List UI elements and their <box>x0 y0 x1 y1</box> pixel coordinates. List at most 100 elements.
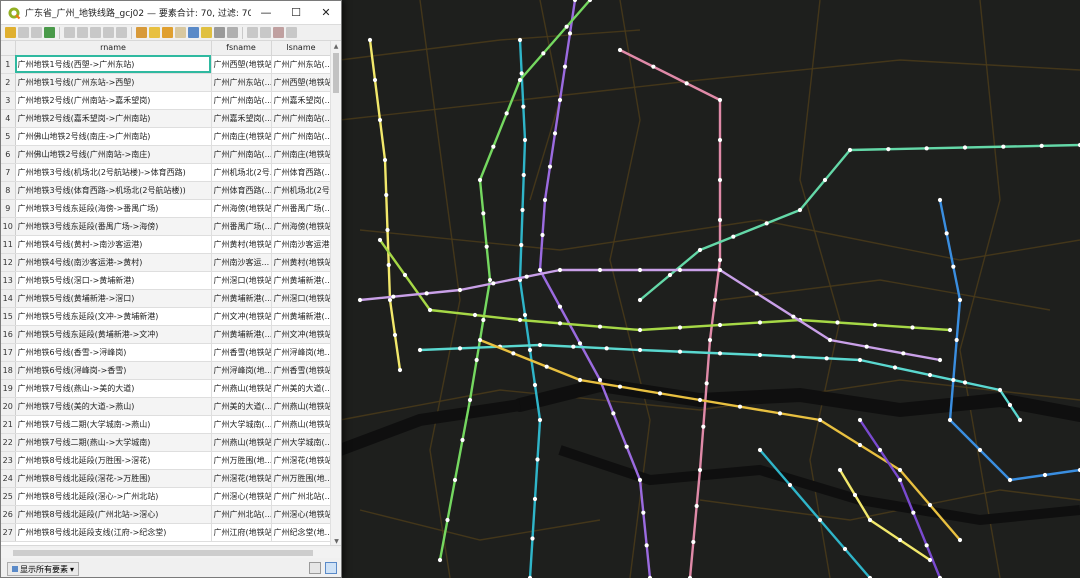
row-number[interactable]: 7 <box>1 163 16 182</box>
cell-fsname[interactable]: 广州南沙客运... <box>211 253 272 272</box>
table-row[interactable]: 16 广州地铁5号线东延段(黄埔新港->文冲) 广州黄埔新港(... 广州文冲(地铁站… <box>1 325 332 344</box>
cell-lsname[interactable]: 广州西塱(地铁站) <box>271 73 332 92</box>
cell-rname[interactable]: 广州地铁8号线北延段(滘花->万胜围) <box>15 469 212 488</box>
select-by-expression-icon[interactable] <box>136 27 147 38</box>
table-row[interactable]: 21 广州地铁7号线二期(大学城南->燕山) 广州大学城南(... 广州燕山(地铁站) <box>1 415 332 434</box>
cell-rname[interactable]: 广州佛山地铁2号线(广州南站->南庄) <box>15 145 212 164</box>
table-row[interactable]: 17 广州地铁6号线(香雪->浔峰岗) 广州香雪(地铁站) 广州浔峰岗(地... <box>1 343 332 362</box>
delete-feature-icon[interactable] <box>77 27 88 38</box>
cell-lsname[interactable]: 广州黄埔新港(... <box>271 307 332 326</box>
cell-lsname[interactable]: 广州香雪(地铁站) <box>271 361 332 380</box>
table-row[interactable]: 6 广州佛山地铁2号线(广州南站->南庄) 广州广州南站(... 广州南庄(地铁站) <box>1 145 332 164</box>
zoom-to-selection-icon[interactable] <box>227 27 238 38</box>
row-number[interactable]: 3 <box>1 91 16 110</box>
maximize-button[interactable]: ☐ <box>281 1 311 25</box>
cell-fsname[interactable]: 广州滘口(地铁站) <box>211 271 272 290</box>
cell-rname[interactable]: 广州地铁7号线(美的大道->燕山) <box>15 397 212 416</box>
cell-lsname[interactable]: 广州万胜围(地... <box>271 469 332 488</box>
row-number[interactable]: 24 <box>1 469 16 488</box>
cell-lsname[interactable]: 广州广州南站(... <box>271 109 332 128</box>
cell-rname[interactable]: 广州地铁5号线(黄埔新港->滘口) <box>15 289 212 308</box>
row-number[interactable]: 15 <box>1 307 16 326</box>
row-number[interactable]: 4 <box>1 109 16 128</box>
row-number[interactable]: 10 <box>1 217 16 236</box>
table-view-icon[interactable] <box>325 562 337 574</box>
cell-fsname[interactable]: 广州滘花(地铁站) <box>211 469 272 488</box>
cell-fsname[interactable]: 广州大学城南(... <box>211 415 272 434</box>
cell-fsname[interactable]: 广州番禺广场(... <box>211 217 272 236</box>
form-view-icon[interactable] <box>309 562 321 574</box>
row-number[interactable]: 8 <box>1 181 16 200</box>
reload-icon[interactable] <box>44 27 55 38</box>
cell-lsname[interactable]: 广州滘口(地铁站) <box>271 289 332 308</box>
cell-fsname[interactable]: 广州文冲(地铁站) <box>211 307 272 326</box>
table-row[interactable]: 18 广州地铁6号线(浔峰岗->香雪) 广州浔峰岗(地... 广州香雪(地铁站) <box>1 361 332 380</box>
row-number[interactable]: 17 <box>1 343 16 362</box>
row-number[interactable]: 11 <box>1 235 16 254</box>
pan-to-selection-icon[interactable] <box>214 27 225 38</box>
table-row[interactable]: 4 广州地铁2号线(嘉禾望岗->广州南站) 广州嘉禾望岗(... 广州广州南站(... <box>1 109 332 128</box>
add-feature-icon[interactable] <box>64 27 75 38</box>
table-row[interactable]: 25 广州地铁8号线北延段(滘心->广州北站) 广州滘心(地铁站) 广州广州北站(..… <box>1 487 332 506</box>
column-header-rname[interactable]: rname <box>15 41 212 56</box>
cell-rname[interactable]: 广州地铁1号线(广州东站->西塱) <box>15 73 212 92</box>
attribute-grid[interactable]: rname fsname lsname 1 广州地铁1号线(西塱->广州东站) 广州… <box>1 41 341 547</box>
cell-fsname[interactable]: 广州西塱(地铁站) <box>211 55 272 74</box>
cell-lsname[interactable]: 广州体育西路(... <box>271 163 332 182</box>
cell-fsname[interactable]: 广州黄埔新港(... <box>211 325 272 344</box>
table-row[interactable]: 11 广州地铁4号线(黄村->南沙客运港) 广州黄村(地铁站) 广州南沙客运港... <box>1 235 332 254</box>
actions-icon[interactable] <box>286 27 297 38</box>
cell-rname[interactable]: 广州地铁7号线(燕山->美的大道) <box>15 379 212 398</box>
cell-fsname[interactable]: 广州江府(地铁站) <box>211 523 272 542</box>
scroll-thumb[interactable] <box>333 53 339 93</box>
hscroll-thumb[interactable] <box>13 550 313 556</box>
corner-header[interactable] <box>1 41 16 56</box>
row-number[interactable]: 22 <box>1 433 16 452</box>
row-number[interactable]: 13 <box>1 271 16 290</box>
cell-rname[interactable]: 广州地铁8号线北延段(广州北站->滘心) <box>15 505 212 524</box>
table-row[interactable]: 8 广州地铁3号线(体育西路->机场北(2号航站楼)) 广州体育西路(... 广州机场… <box>1 181 332 200</box>
cell-fsname[interactable]: 广州黄埔新港(... <box>211 289 272 308</box>
row-number[interactable]: 5 <box>1 127 16 146</box>
multi-edit-icon[interactable] <box>18 27 29 38</box>
show-all-features-button[interactable]: 显示所有要素 ▾ <box>7 562 80 576</box>
row-number[interactable]: 18 <box>1 361 16 380</box>
cell-lsname[interactable]: 广州南沙客运港... <box>271 235 332 254</box>
cell-lsname[interactable]: 广州浔峰岗(地... <box>271 343 332 362</box>
cell-lsname[interactable]: 广州南庄(地铁站) <box>271 145 332 164</box>
cell-fsname[interactable]: 广州广州北站(... <box>211 505 272 524</box>
row-number[interactable]: 14 <box>1 289 16 308</box>
cell-fsname[interactable]: 广州香雪(地铁站) <box>211 343 272 362</box>
copy-icon[interactable] <box>103 27 114 38</box>
horizontal-scrollbar[interactable] <box>1 548 341 558</box>
row-number[interactable]: 26 <box>1 505 16 524</box>
cell-fsname[interactable]: 广州广州南站(... <box>211 91 272 110</box>
cell-lsname[interactable]: 广州黄村(地铁站) <box>271 253 332 272</box>
select-all-icon[interactable] <box>149 27 160 38</box>
cell-rname[interactable]: 广州地铁3号线东延段(番禺广场->海傍) <box>15 217 212 236</box>
filter-icon[interactable] <box>188 27 199 38</box>
table-row[interactable]: 1 广州地铁1号线(西塱->广州东站) 广州西塱(地铁站) 广州广州东站(... <box>1 55 332 74</box>
cell-rname[interactable]: 广州地铁1号线(西塱->广州东站) <box>15 55 212 74</box>
vertical-scrollbar[interactable]: ▲ ▼ <box>330 41 341 547</box>
minimize-button[interactable]: — <box>251 1 281 25</box>
row-number[interactable]: 12 <box>1 253 16 272</box>
cell-rname[interactable]: 广州地铁8号线北延段支线(江府->纪念堂) <box>15 523 212 542</box>
cell-fsname[interactable]: 广州燕山(地铁站) <box>211 379 272 398</box>
table-row[interactable]: 3 广州地铁2号线(广州南站->嘉禾望岗) 广州广州南站(... 广州嘉禾望岗(... <box>1 91 332 110</box>
cell-rname[interactable]: 广州地铁4号线(黄村->南沙客运港) <box>15 235 212 254</box>
table-row[interactable]: 23 广州地铁8号线北延段(万胜围->滘花) 广州万胜围(地... 广州滘花(地铁站) <box>1 451 332 470</box>
cell-rname[interactable]: 广州地铁4号线(南沙客运港->黄村) <box>15 253 212 272</box>
table-row[interactable]: 22 广州地铁7号线二期(燕山->大学城南) 广州燕山(地铁站) 广州大学城南(... <box>1 433 332 452</box>
cell-lsname[interactable]: 广州海傍(地铁站) <box>271 217 332 236</box>
row-number[interactable]: 19 <box>1 379 16 398</box>
cell-rname[interactable]: 广州地铁7号线二期(燕山->大学城南) <box>15 433 212 452</box>
cell-lsname[interactable]: 广州滘心(地铁站) <box>271 505 332 524</box>
table-row[interactable]: 5 广州佛山地铁2号线(南庄->广州南站) 广州南庄(地铁站) 广州广州南站(... <box>1 127 332 146</box>
column-header-lsname[interactable]: lsname <box>271 41 332 56</box>
cell-lsname[interactable]: 广州机场北(2号... <box>271 181 332 200</box>
cell-lsname[interactable]: 广州燕山(地铁站) <box>271 397 332 416</box>
row-number[interactable]: 27 <box>1 523 16 542</box>
cell-fsname[interactable]: 广州南庄(地铁站) <box>211 127 272 146</box>
cell-lsname[interactable]: 广州嘉禾望岗(... <box>271 91 332 110</box>
